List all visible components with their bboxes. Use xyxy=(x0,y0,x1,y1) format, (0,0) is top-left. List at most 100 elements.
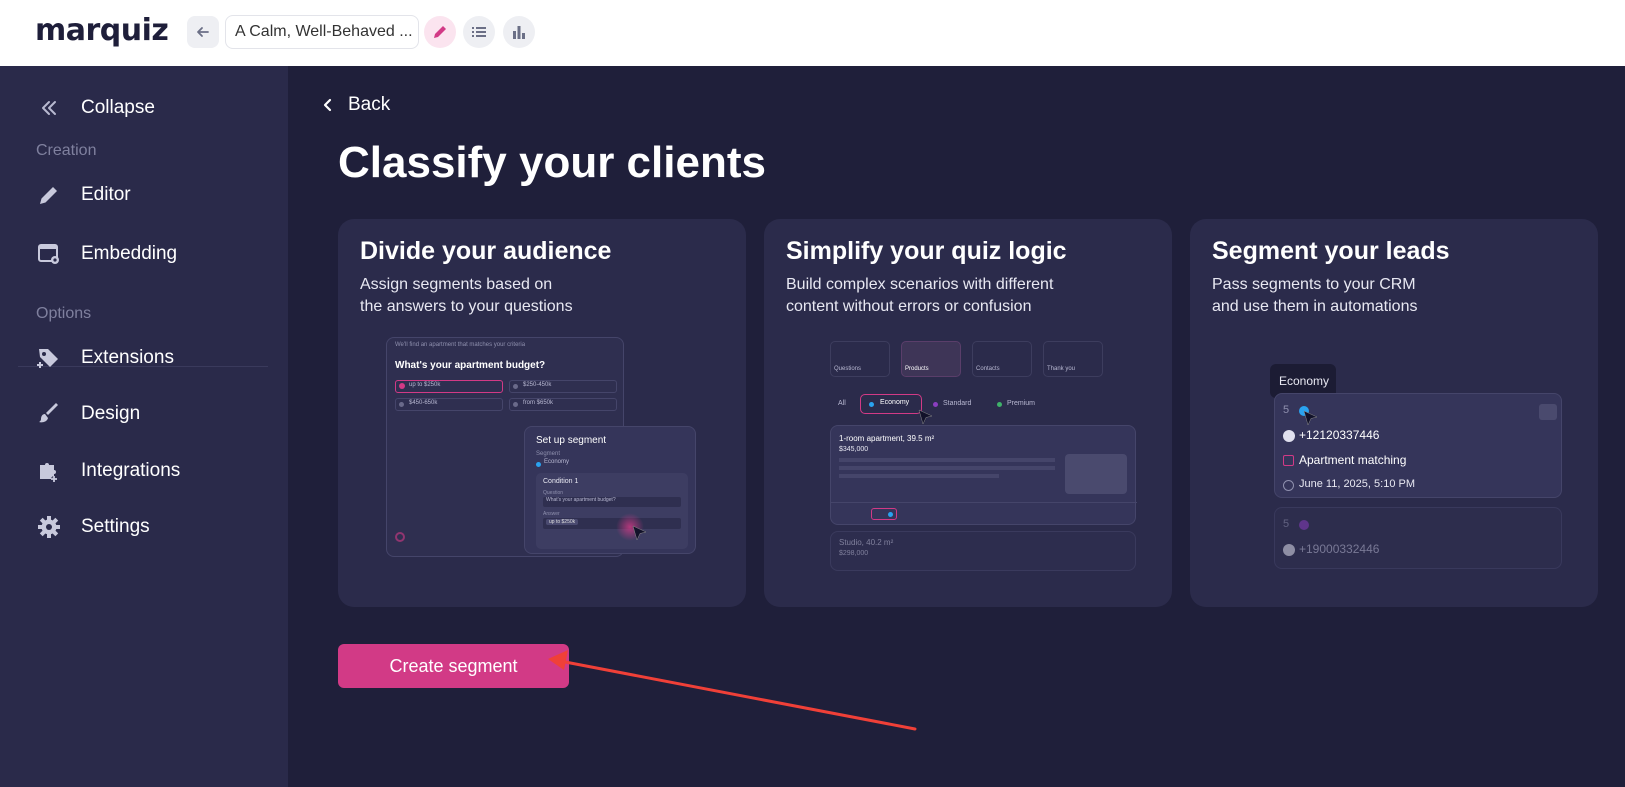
section-creation: Creation xyxy=(36,142,97,159)
card-title: Divide your audience xyxy=(360,237,612,265)
section-options: Options xyxy=(36,305,92,322)
setup-segment-title: Set up segment xyxy=(536,435,607,446)
sidebar-collapse-label: Collapse xyxy=(81,97,155,118)
answer-option: $250-450k xyxy=(509,380,617,393)
brush-icon xyxy=(36,401,62,427)
cursor-icon xyxy=(918,409,933,425)
feature-card-segment-leads: Segment your leads Pass segments to your… xyxy=(1190,219,1598,607)
answer-option-label: up to $250k xyxy=(409,382,441,388)
tag-plus-icon xyxy=(36,345,62,371)
edit-lead-icon xyxy=(1539,404,1557,420)
lead-number: 5 xyxy=(1283,518,1290,530)
sidebar-item-embedding[interactable]: Embedding xyxy=(36,239,177,269)
sidebar-item-editor[interactable]: Editor xyxy=(36,180,131,210)
page-title: Classify your clients xyxy=(338,138,766,187)
product-price: $298,000 xyxy=(839,550,869,557)
product-title: 1-room apartment, 39.5 m² xyxy=(839,434,935,443)
lead-card: 5 +12120337446 Apartment matching June 1… xyxy=(1274,393,1562,498)
sidebar-item-label: Embedding xyxy=(81,243,178,264)
step-label: Contacts xyxy=(976,366,1000,372)
segment-color-dot xyxy=(888,512,893,517)
sidebar-collapse[interactable]: Collapse xyxy=(36,93,155,123)
radio-icon xyxy=(513,402,518,407)
floor-plan-image xyxy=(1065,454,1127,494)
condition-title: Condition 1 xyxy=(543,478,579,485)
arrow-left-icon xyxy=(197,27,209,37)
filter-all: All xyxy=(838,400,846,407)
quiz-title-field[interactable]: A Calm, Well-Behaved ... xyxy=(225,15,419,49)
radio-icon xyxy=(513,384,518,389)
segment-color-dot xyxy=(997,402,1002,407)
product-description-line xyxy=(839,466,1055,470)
cursor-icon xyxy=(632,525,647,541)
product-card: 1-room apartment, 39.5 m² $345,000 xyxy=(830,425,1137,525)
segment-color-dot xyxy=(869,402,874,407)
feature-card-quiz-logic: Simplify your quiz logic Build complex s… xyxy=(764,219,1172,607)
step-label: Thank you xyxy=(1047,366,1076,372)
step-item: Contacts xyxy=(972,341,1032,377)
back-link[interactable]: Back xyxy=(322,92,390,118)
back-arrow-button[interactable] xyxy=(187,16,219,48)
illustration-quiz-logic: Questions Products Contacts Thank you Al… xyxy=(830,341,1140,571)
card-title: Simplify your quiz logic xyxy=(786,237,1067,265)
uk-flag-icon xyxy=(1283,430,1295,442)
tooltip-label: Economy xyxy=(1279,374,1330,388)
clock-icon xyxy=(1283,480,1294,491)
statistics-button[interactable] xyxy=(503,16,535,48)
condition-block: Condition 1 Question What's your apartme… xyxy=(536,473,688,549)
top-bar: marquiz A Calm, Well-Behaved ... xyxy=(0,0,1625,66)
edit-mode-button[interactable] xyxy=(424,16,456,48)
radio-icon xyxy=(399,402,404,407)
lead-tag: Apartment matching xyxy=(1299,453,1407,467)
segment-chip xyxy=(871,508,897,520)
quiz-preview-header: We'll find an apartment that matches you… xyxy=(395,342,526,348)
answer-option-label: $250-450k xyxy=(523,382,552,388)
answer-field-label: Answer xyxy=(543,511,560,517)
sidebar-item-label: Extensions xyxy=(81,347,174,368)
sidebar-item-integrations[interactable]: Integrations xyxy=(36,456,180,486)
pencil-icon xyxy=(36,182,62,208)
pencil-icon xyxy=(434,26,446,38)
step-item: Thank you xyxy=(1043,341,1103,377)
back-label: Back xyxy=(348,94,391,115)
double-chevron-left-icon xyxy=(36,95,62,121)
create-segment-button[interactable]: Create segment xyxy=(338,644,569,688)
product-description-line xyxy=(839,458,1055,462)
sidebar: Collapse Creation Editor Embedding Optio… xyxy=(0,66,288,787)
question-field-label: Question xyxy=(543,490,564,496)
card-description-line: Build complex scenarios with different xyxy=(786,276,1054,293)
leads-list-button[interactable] xyxy=(463,16,495,48)
question-select: What's your apartment budget? xyxy=(543,497,681,507)
sidebar-item-label: Editor xyxy=(81,184,131,205)
progress-ring-icon xyxy=(395,532,405,542)
quiz-question: What's your apartment budget? xyxy=(395,360,546,371)
step-label: Questions xyxy=(834,366,862,372)
logo[interactable]: marquiz xyxy=(35,13,169,48)
card-description-line: Pass segments to your CRM xyxy=(1212,276,1416,293)
embed-window-icon xyxy=(36,241,62,267)
answer-option: $450-650k xyxy=(395,398,503,411)
card-description-line: Assign segments based on xyxy=(360,276,553,293)
sidebar-item-label: Design xyxy=(81,403,141,424)
divider xyxy=(831,502,1137,503)
sidebar-item-settings[interactable]: Settings xyxy=(36,512,150,542)
main-content: Back Classify your clients Divide your a… xyxy=(288,66,1625,787)
list-icon xyxy=(472,27,486,37)
answer-option-selected: up to $250k xyxy=(395,380,503,393)
lead-card: 5 +19000332446 xyxy=(1274,507,1562,569)
lead-phone: +19000332446 xyxy=(1299,542,1380,556)
question-select-value: What's your apartment budget? xyxy=(546,497,616,503)
product-price: $345,000 xyxy=(839,446,869,453)
sidebar-item-extensions[interactable]: Extensions xyxy=(36,343,174,373)
product-description-line xyxy=(839,474,999,478)
sidebar-item-design[interactable]: Design xyxy=(36,399,140,429)
filter-label: Premium xyxy=(1007,400,1036,407)
filter-label: Economy xyxy=(880,399,910,406)
card-description-line: and use them in automations xyxy=(1212,298,1418,315)
card-description-line: content without errors or confusion xyxy=(786,298,1032,315)
product-title: Studio, 40.2 m² xyxy=(839,538,894,547)
step-item: Questions xyxy=(830,341,890,377)
answer-option-label: $450-650k xyxy=(409,400,438,406)
segment-color-dot xyxy=(933,402,938,407)
step-label: Products xyxy=(905,366,929,372)
